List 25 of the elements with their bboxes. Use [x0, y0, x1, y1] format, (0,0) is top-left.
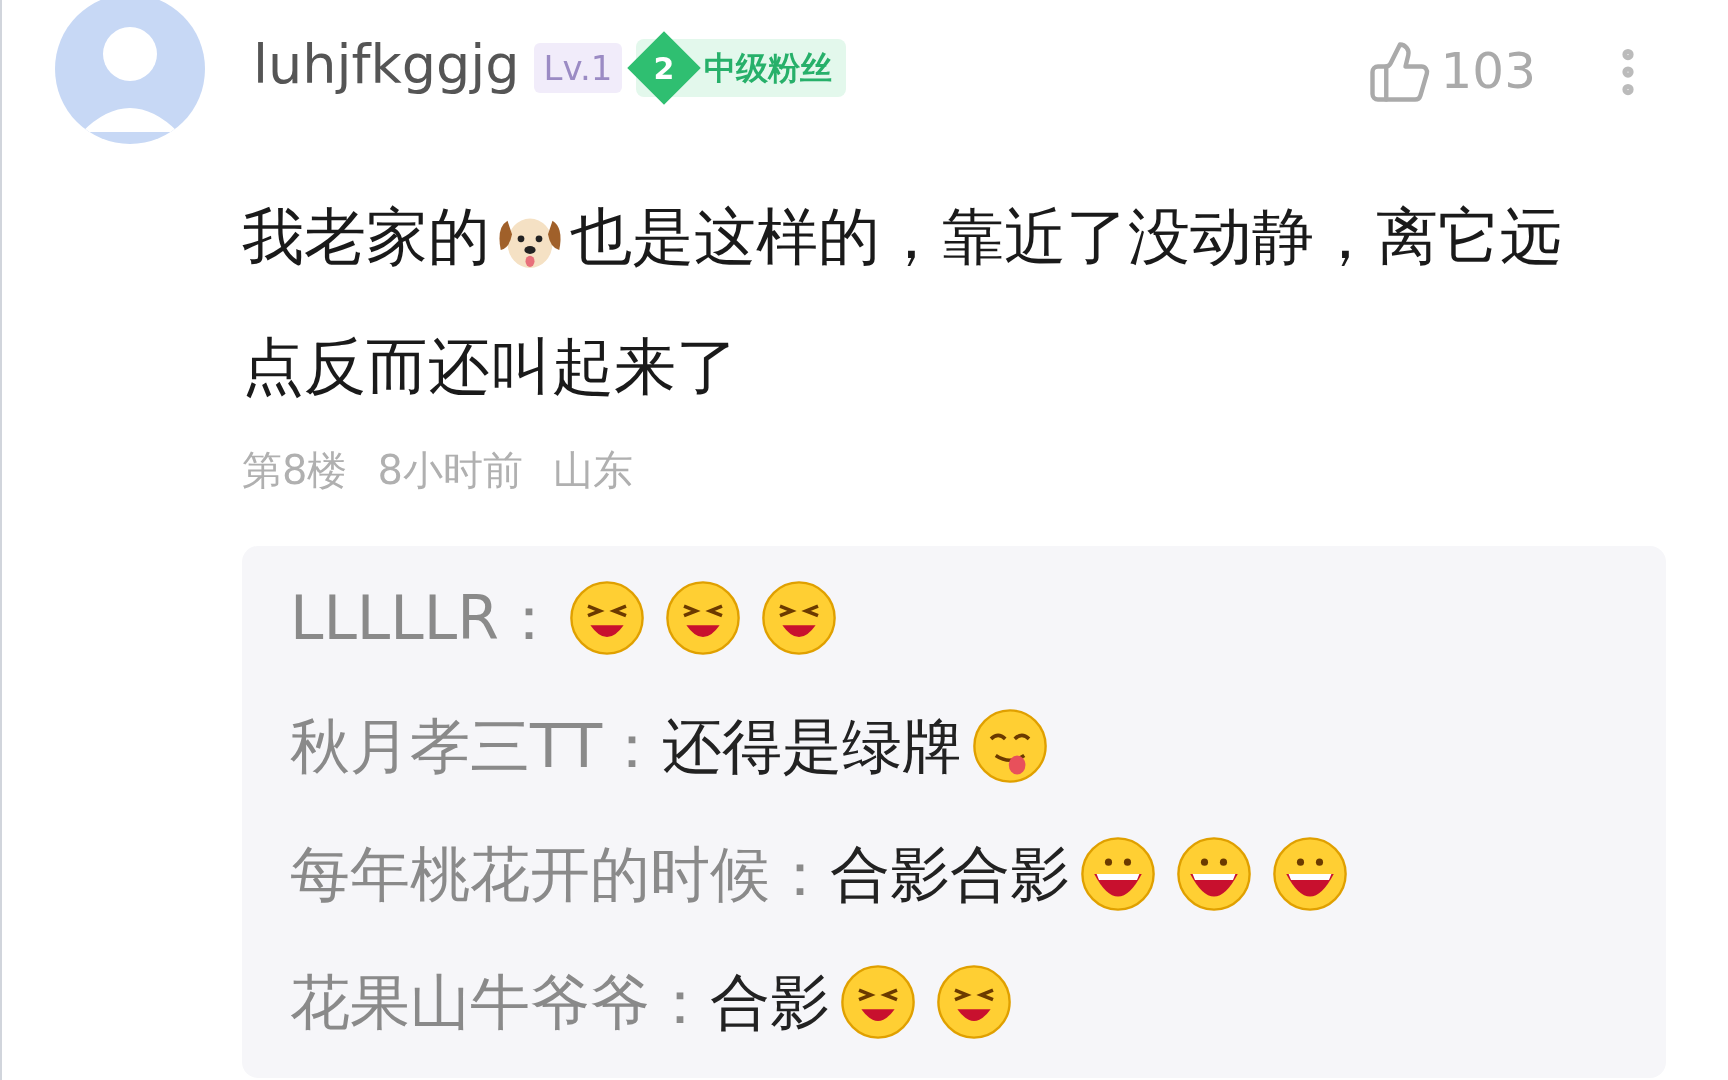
fan-level-number: 2	[627, 31, 702, 105]
reply-author[interactable]: 花果山牛爷爷：	[290, 957, 710, 1047]
squinting-laugh-emoji-icon	[936, 964, 1012, 1040]
laughing-emoji-icon	[1176, 836, 1252, 912]
reply-author[interactable]: 秋月孝三TT：	[290, 701, 663, 791]
tongue-out-emoji-icon	[972, 708, 1049, 784]
squinting-laugh-emoji-icon	[840, 964, 916, 1040]
squinting-laugh-emoji-icon	[760, 580, 837, 656]
reply-text: 合影合影	[830, 838, 1070, 911]
reply-text: 还得是绿牌	[662, 710, 963, 783]
comment-text: 我老家的 也是这样的，靠近了没动静，离它远点反而还叫起来了	[242, 199, 1563, 405]
comment-meta: 第8楼	[242, 446, 348, 495]
username[interactable]: luhjfkggjg	[253, 38, 520, 98]
level-badge: Lv.1	[533, 42, 623, 94]
comment-meta: 山东	[552, 446, 633, 495]
reply-author[interactable]: 每年桃花开的时候：	[290, 829, 830, 919]
reply-author[interactable]: LLLLLR：	[290, 573, 559, 663]
squinting-laugh-emoji-icon	[664, 580, 741, 656]
fan-badge-label: 中级粉丝	[704, 48, 833, 89]
laughing-emoji-icon	[1080, 836, 1156, 912]
laughing-emoji-icon	[1272, 836, 1348, 912]
like-button[interactable]: 103	[1366, 34, 1536, 109]
squinting-laugh-emoji-icon	[568, 580, 645, 656]
reply-text: 合影	[710, 966, 830, 1039]
comment-meta: 8小时前	[377, 446, 523, 495]
